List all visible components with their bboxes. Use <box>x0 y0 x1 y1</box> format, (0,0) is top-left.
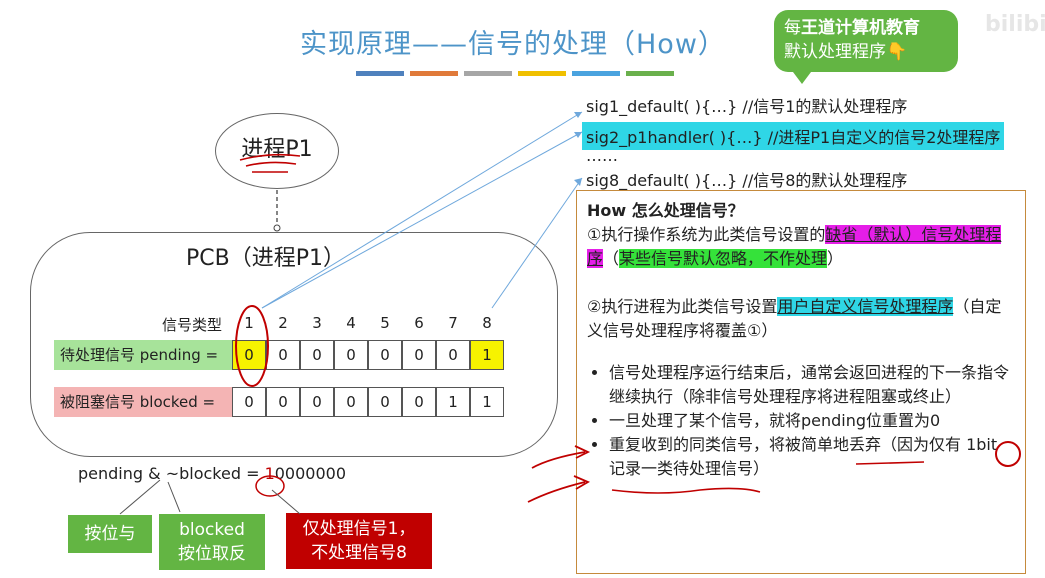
signal-number-7: 7 <box>448 314 458 332</box>
how-bullet: 一旦处理了某个信号，就将pending位重置为0 <box>609 409 1015 433</box>
how-point1: ①执行操作系统为此类信号设置的缺省（默认）信号处理程序（某些信号默认忽略，不作处… <box>587 223 1015 271</box>
arrowhead-sig8 <box>574 178 582 186</box>
note-only-signal1: 仅处理信号1， 不处理信号8 <box>286 513 432 569</box>
p1-text-a: ①执行操作系统为此类信号设置的 <box>587 225 826 244</box>
bilibili-watermark: bilibili <box>985 12 1045 37</box>
title-bar-5 <box>572 71 620 76</box>
signal-number-4: 4 <box>346 314 356 332</box>
handler-sig8: sig8_default( ){…} //信号8的默认处理程序 <box>586 171 908 190</box>
callout-bubble: 每王道计算机教育 默认处理程序👇 <box>774 10 958 72</box>
pending-bit-3: 0 <box>300 340 334 370</box>
and-note-pointer <box>119 479 161 515</box>
title-bar-1 <box>356 71 404 76</box>
p1-text-c: ） <box>827 249 844 268</box>
callout-tail <box>790 68 814 84</box>
blocked-bit-3: 0 <box>300 387 334 417</box>
blocked-bit-5: 0 <box>368 387 402 417</box>
blocked-bit-8: 1 <box>470 387 504 417</box>
how-question: How 怎么处理信号？ <box>587 201 744 220</box>
only-note-pointer <box>271 489 301 515</box>
formula-rest: 0000000 <box>274 464 347 483</box>
pending-bit-6: 0 <box>402 340 436 370</box>
blocked-bit-7: 1 <box>436 387 470 417</box>
note-bitwise-not: blocked 按位取反 <box>159 514 265 570</box>
how-bullet: 信号处理程序运行结束后，通常会返回进程的下一条指令继续执行（除非信号处理程序将进… <box>609 361 1015 409</box>
how-explanation-box: How 怎么处理信号？ ①执行操作系统为此类信号设置的缺省（默认）信号处理程序（… <box>576 190 1026 574</box>
signal-number-6: 6 <box>414 314 424 332</box>
note-only-line2: 不处理信号8 <box>311 543 407 563</box>
note-not-line2: 按位取反 <box>178 544 246 564</box>
connector-dot <box>273 224 281 232</box>
callout-line2: 默认处理程序👇 <box>784 42 908 62</box>
p2-highlight-user: 用户自定义信号处理程序 <box>777 297 954 316</box>
title-color-bars <box>356 71 674 76</box>
handler-sig2: sig2_p1handler( ){…} //进程P1自定义的信号2处理程序 <box>582 122 1005 150</box>
bitwise-formula: pending & ~blocked = 10000000 <box>78 464 346 483</box>
pending-bit-1: 0 <box>232 340 266 370</box>
formula-prefix: pending & ~blocked = <box>78 464 265 483</box>
title-bar-3 <box>464 71 512 76</box>
process-label: 进程P1 <box>241 137 313 162</box>
signal-number-1: 1 <box>244 314 254 332</box>
how-bullet-list: 信号处理程序运行结束后，通常会返回进程的下一条指令继续执行（除非信号处理程序将进… <box>587 361 1015 481</box>
signal-type-label: 信号类型 <box>162 316 223 334</box>
note-only-line1: 仅处理信号1， <box>302 519 416 539</box>
pending-bit-4: 0 <box>334 340 368 370</box>
not-note-pointer <box>167 481 181 513</box>
signal-number-5: 5 <box>380 314 390 332</box>
signal-number-3: 3 <box>312 314 322 332</box>
pending-bit-5: 0 <box>368 340 402 370</box>
signal-number-8: 8 <box>482 314 492 332</box>
p1-highlight-ignore: 某些信号默认忽略，不作处理 <box>619 249 828 268</box>
arrowhead-sig2 <box>574 132 582 138</box>
pending-bit-7: 0 <box>436 340 470 370</box>
p2-text-a: ②执行进程为此类信号设置 <box>587 297 778 316</box>
pcb-title: PCB（进程P1） <box>186 246 345 271</box>
arrowhead-sig1 <box>574 112 582 118</box>
title-bar-2 <box>410 71 458 76</box>
note-not-line1: blocked <box>179 520 245 540</box>
blocked-bit-1: 0 <box>232 387 266 417</box>
pending-bit-2: 0 <box>266 340 300 370</box>
blocked-bit-4: 0 <box>334 387 368 417</box>
formula-first-bit: 1 <box>264 464 275 483</box>
title-bar-6 <box>626 71 674 76</box>
how-point2: ②执行进程为此类信号设置用户自定义信号处理程序（自定义信号处理程序将覆盖①） <box>587 295 1015 343</box>
signal-number-2: 2 <box>278 314 288 332</box>
handler-dots: …… <box>586 146 618 165</box>
note-bitwise-and: 按位与 <box>68 515 152 553</box>
process-node: 进程P1 <box>215 113 339 189</box>
pending-label: 待处理信号 pending = <box>54 340 234 370</box>
blocked-bit-2: 0 <box>266 387 300 417</box>
page-title: 实现原理——信号的处理（How） <box>300 29 726 60</box>
callout-line1: 每王道计算机教育 <box>784 18 920 38</box>
blocked-bit-6: 0 <box>402 387 436 417</box>
blocked-label: 被阻塞信号 blocked = <box>54 387 234 417</box>
pending-bit-8: 1 <box>470 340 504 370</box>
title-bar-4 <box>518 71 566 76</box>
how-bullet: 重复收到的同类信号，将被简单地丢弃（因为仅有 1bit 记录一类待处理信号） <box>609 433 1015 481</box>
p1-text-b: （ <box>603 249 620 268</box>
handler-sig1: sig1_default( ){…} //信号1的默认处理程序 <box>586 97 908 116</box>
